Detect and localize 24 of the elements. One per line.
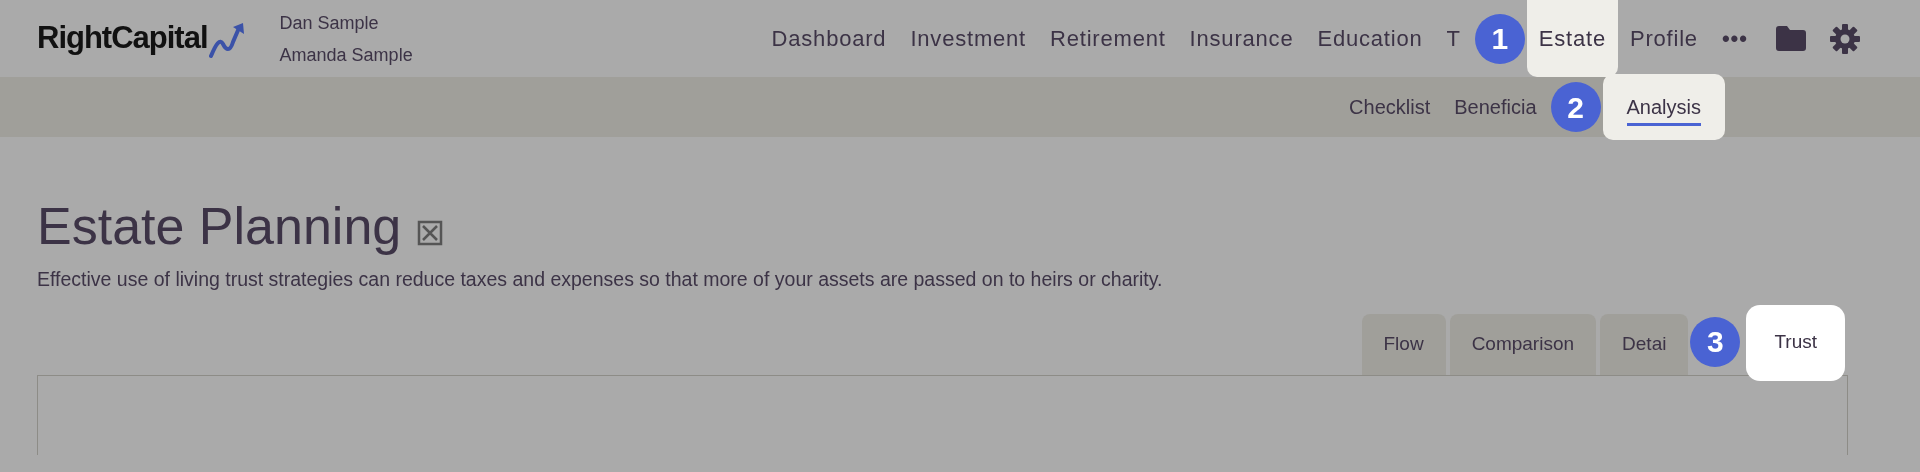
view-tab[interactable]: Detai [1600, 313, 1689, 375]
step-badge: 2 [1550, 82, 1601, 132]
nav-tab[interactable]: Investment [898, 0, 1038, 77]
nav-tab[interactable]: Insurance [1177, 0, 1306, 77]
view-tab[interactable]: Comparison [1449, 313, 1597, 375]
page-title: Estate Planning [37, 196, 402, 257]
more-button[interactable]: ••• [1709, 0, 1760, 77]
client-name: Dan Sample [279, 11, 380, 35]
view-tab[interactable]: Trust [1746, 304, 1845, 381]
nav-tab[interactable]: Dashboard [759, 0, 899, 77]
view-tab[interactable]: Flow [1361, 313, 1446, 375]
step-badge: 1 [1474, 13, 1525, 64]
sub-nav-tab[interactable]: Checklist [1337, 81, 1443, 133]
step-badge: 3 [1690, 316, 1741, 367]
sub-nav-tab[interactable]: Beneficia [1442, 81, 1549, 133]
client-name: Amanda Sample [279, 43, 413, 67]
logo-text: RightCapital [37, 19, 208, 58]
nav-tab[interactable]: Estate [1526, 0, 1618, 77]
nav-tab[interactable]: Education [1305, 0, 1435, 77]
nav-tab[interactable]: Profile [1617, 0, 1710, 77]
sub-nav-tab[interactable]: Analysis [1602, 74, 1725, 140]
nav-tab[interactable]: T [1434, 0, 1473, 77]
page-description: Effective use of living trust strategies can reduce taxes and expenses so that more of your assets are passed on to heirs or charity. [37, 267, 1164, 293]
nav-tab[interactable]: Retirement [1038, 0, 1178, 77]
